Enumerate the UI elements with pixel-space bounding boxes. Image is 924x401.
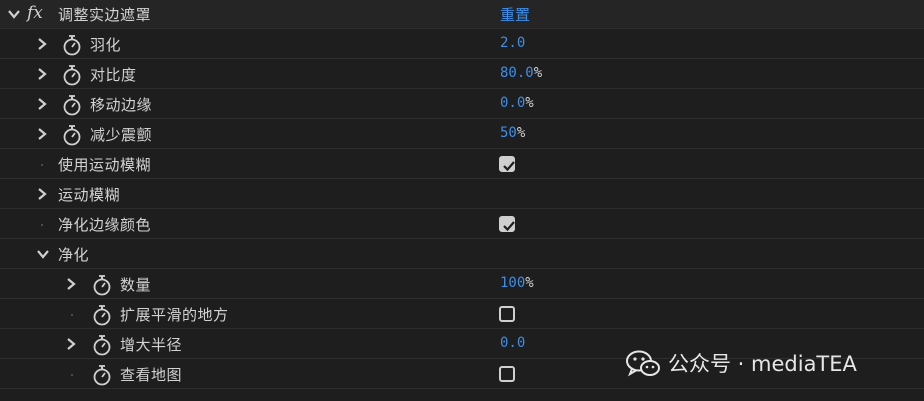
view-map-checkbox[interactable] (499, 366, 515, 382)
checkmark-icon (503, 221, 515, 232)
chevron-right-icon[interactable] (35, 67, 49, 81)
param-label: 净化边缘颜色 (58, 216, 152, 234)
stopwatch-icon[interactable] (62, 64, 82, 86)
chevron-down-icon[interactable] (36, 247, 50, 261)
param-row-contrast: 对比度 80.0% (0, 60, 924, 89)
chevron-right-icon[interactable] (35, 187, 49, 201)
group-row-decontamination: 净化 (0, 240, 924, 269)
fx-toggle-icon[interactable]: fx (27, 3, 43, 23)
stopwatch-icon[interactable] (62, 124, 82, 146)
param-row-feather: 羽化 2.0 (0, 30, 924, 59)
param-value[interactable]: 2.0 (500, 35, 525, 51)
param-row-motion-blur: 运动模糊 (0, 180, 924, 209)
param-row-reduce-chatter: 减少震颤 50% (0, 120, 924, 149)
watermark-text: 公众号 · mediaTEA (668, 352, 857, 376)
chevron-right-icon[interactable] (35, 97, 49, 111)
param-label: 查看地图 (120, 366, 183, 384)
effect-header-row[interactable]: fx 调整实边遮罩 重置 (0, 0, 924, 29)
param-label: 增大半径 (120, 336, 183, 354)
bullet-dot (41, 164, 43, 166)
param-label: 移动边缘 (90, 96, 153, 114)
wechat-icon (626, 350, 660, 377)
bullet-dot (41, 224, 43, 226)
stopwatch-icon[interactable] (92, 304, 112, 326)
param-value[interactable]: 0.0 (500, 335, 525, 351)
param-value[interactable]: 50% (500, 125, 525, 141)
decontaminate-checkbox[interactable] (499, 216, 515, 232)
stopwatch-icon[interactable] (62, 94, 82, 116)
param-label: 减少震颤 (90, 126, 153, 144)
param-row-shift-edge: 移动边缘 0.0% (0, 90, 924, 119)
bullet-dot (71, 314, 73, 316)
extend-smooth-checkbox[interactable] (499, 306, 515, 322)
param-value[interactable]: 0.0% (500, 95, 534, 111)
param-label: 羽化 (90, 36, 122, 54)
param-row-extend-smooth: 扩展平滑的地方 (0, 300, 924, 329)
stopwatch-icon[interactable] (92, 364, 112, 386)
chevron-right-icon[interactable] (64, 337, 78, 351)
group-label: 净化 (58, 246, 90, 264)
checkmark-icon (503, 161, 515, 172)
param-row-decontaminate: 净化边缘颜色 (0, 210, 924, 239)
reset-button[interactable]: 重置 (500, 4, 530, 25)
param-label: 对比度 (90, 66, 137, 84)
effect-name: 调整实边遮罩 (58, 6, 152, 24)
chevron-right-icon[interactable] (64, 277, 78, 291)
stopwatch-icon[interactable] (92, 334, 112, 356)
param-row-amount: 数量 100% (0, 270, 924, 299)
param-label: 运动模糊 (58, 186, 121, 204)
bullet-dot (71, 374, 73, 376)
chevron-down-icon[interactable] (7, 7, 21, 21)
use-motion-blur-checkbox[interactable] (499, 156, 515, 172)
param-value[interactable]: 80.0% (500, 65, 542, 81)
effect-controls-panel: fx 调整实边遮罩 重置 羽化 2.0 对比度 80.0% 移动边缘 0.0% … (0, 0, 924, 401)
chevron-right-icon[interactable] (35, 37, 49, 51)
param-label: 扩展平滑的地方 (120, 306, 229, 324)
param-row-use-motion-blur: 使用运动模糊 (0, 150, 924, 179)
stopwatch-icon[interactable] (62, 34, 82, 56)
param-label: 数量 (120, 276, 152, 294)
chevron-right-icon[interactable] (35, 127, 49, 141)
stopwatch-icon[interactable] (92, 274, 112, 296)
param-value[interactable]: 100% (500, 275, 534, 291)
param-label: 使用运动模糊 (58, 156, 152, 174)
